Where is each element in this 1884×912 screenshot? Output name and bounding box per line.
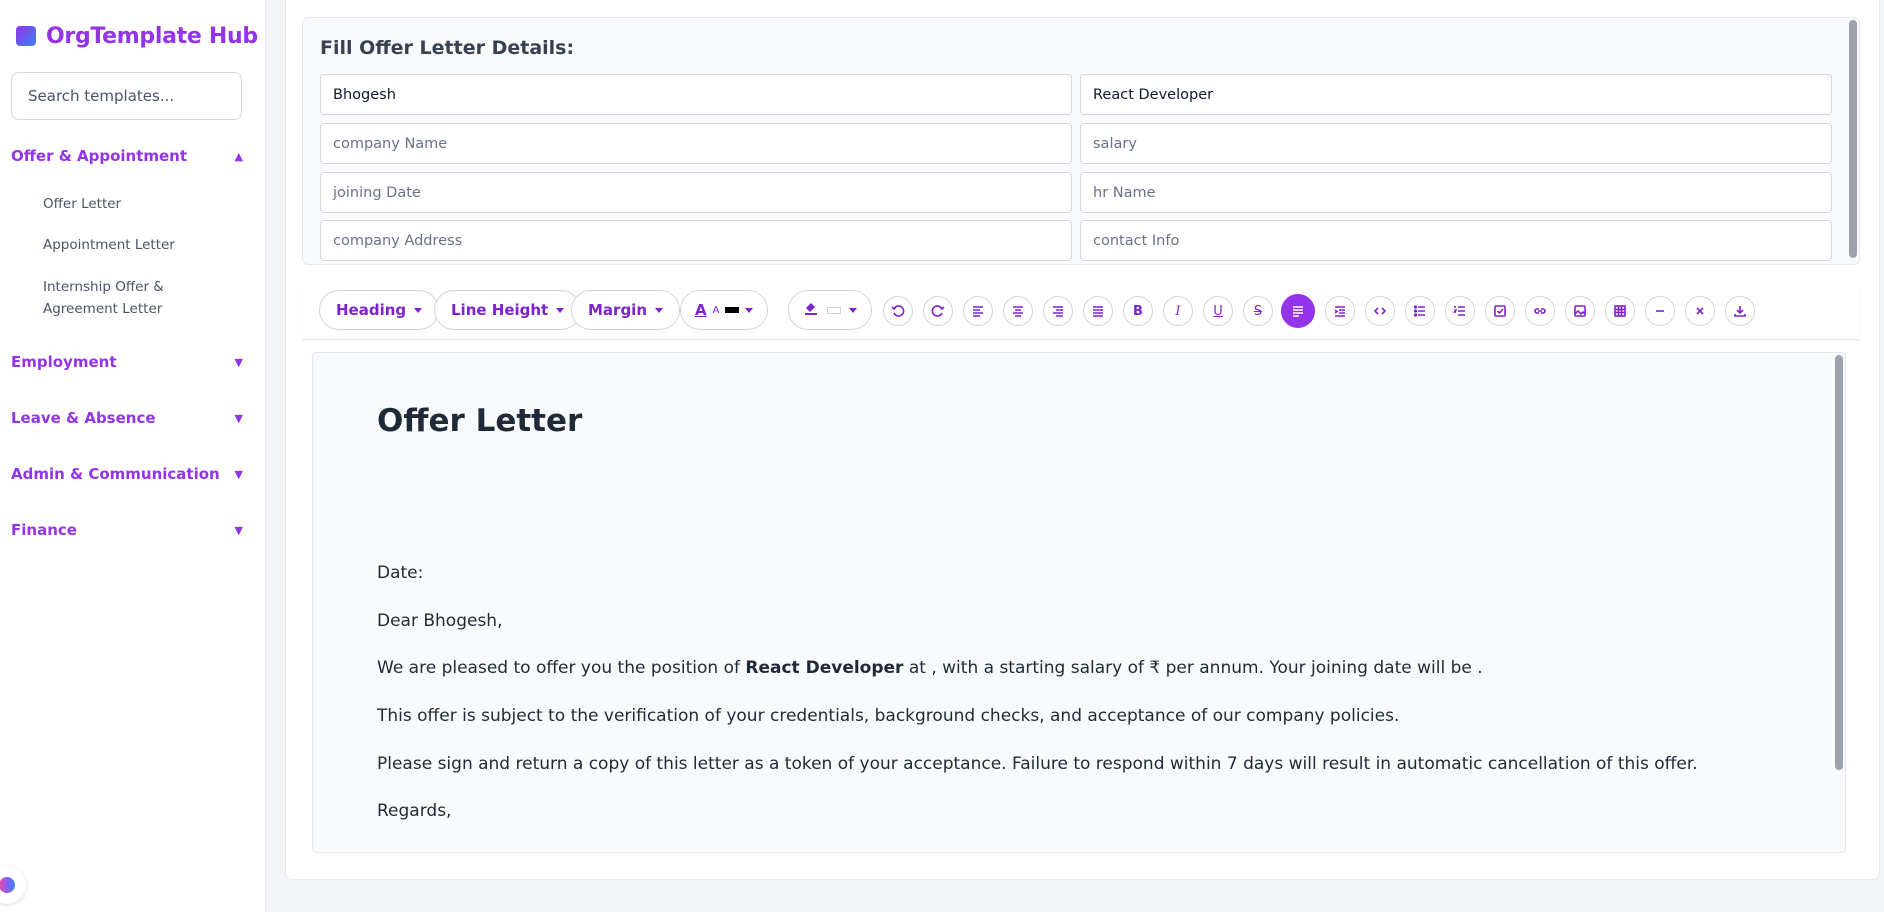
link-icon[interactable] (1525, 296, 1555, 326)
text-color-swatch (725, 307, 740, 313)
candidate-name-field[interactable] (320, 74, 1072, 115)
clear-format-icon[interactable] (1685, 296, 1715, 326)
undo-icon[interactable] (883, 296, 913, 326)
download-icon[interactable] (1725, 296, 1755, 326)
highlight-color-swatch (827, 306, 841, 314)
caret-down-icon: ▼ (234, 523, 243, 537)
category-leave-absence[interactable]: Leave & Absence ▼ (11, 409, 243, 427)
main-panel: Fill Offer Letter Details: Heading Line … (285, 0, 1880, 880)
conditions-paragraph: This offer is subject to the verificatio… (377, 706, 1400, 726)
ai-assistant-brain-icon[interactable] (0, 866, 26, 904)
paragraph-icon[interactable] (1281, 294, 1315, 328)
document-title: Offer Letter (377, 403, 583, 439)
checklist-icon[interactable] (1485, 296, 1515, 326)
redo-icon[interactable] (923, 296, 953, 326)
highlight-color-dropdown[interactable] (788, 290, 872, 330)
align-center-icon[interactable] (1003, 296, 1033, 326)
editor-scrollbar[interactable] (1835, 355, 1843, 770)
fill-bucket-icon (803, 300, 819, 320)
caret-down-icon: ▼ (234, 355, 243, 369)
category-label: Leave & Absence (11, 409, 156, 427)
horizontal-rule-icon[interactable] (1645, 296, 1675, 326)
chevron-down-icon (655, 307, 664, 313)
sidebar: OrgTemplate Hub Offer & Appointment ▲ Of… (0, 0, 266, 912)
category-finance[interactable]: Finance ▼ (11, 521, 243, 539)
sidebar-item-offer-letter[interactable]: Offer Letter (43, 193, 233, 215)
page-background-strip (266, 880, 1884, 912)
table-icon[interactable] (1605, 296, 1635, 326)
image-icon[interactable] (1565, 296, 1595, 326)
heading-dropdown[interactable]: Heading (319, 290, 440, 330)
greeting-line: Dear Bhogesh, (377, 611, 503, 631)
line-height-dropdown-label: Line Height (451, 301, 549, 319)
bold-button[interactable]: B (1123, 296, 1153, 326)
form-scrollbar[interactable] (1849, 20, 1857, 258)
category-label: Admin & Communication (11, 465, 220, 483)
offer-paragraph: We are pleased to offer you the position… (377, 658, 1483, 678)
brand-logo-icon (16, 26, 36, 46)
align-left-icon[interactable] (963, 296, 993, 326)
offer-details-form: Fill Offer Letter Details: (302, 17, 1860, 265)
sidebar-item-internship-offer[interactable]: Internship Offer & Agreement Letter (43, 276, 233, 320)
margin-dropdown-label: Margin (588, 301, 648, 319)
category-offer-appointment[interactable]: Offer & Appointment ▲ (11, 147, 243, 165)
chevron-down-icon (414, 307, 423, 313)
category-label: Offer & Appointment (11, 147, 188, 165)
indent-icon[interactable] (1325, 296, 1355, 326)
position-highlight: React Developer (745, 658, 904, 678)
brand[interactable]: OrgTemplate Hub (0, 0, 265, 56)
caret-down-icon: ▼ (234, 467, 243, 481)
hr-name-field[interactable] (1080, 172, 1832, 213)
document-editor[interactable]: Offer Letter Date: Dear Bhogesh, We are … (312, 352, 1846, 853)
acceptance-paragraph: Please sign and return a copy of this le… (377, 754, 1698, 774)
text-color-icon: A (695, 301, 707, 319)
underline-button[interactable]: U (1203, 296, 1233, 326)
editor-toolbar: Heading Line Height Margin A A B I U S (302, 284, 1860, 340)
bullet-list-icon[interactable] (1405, 296, 1435, 326)
offer-paragraph-rest: at , with a starting salary of ₹ per ann… (903, 658, 1483, 678)
italic-button[interactable]: I (1163, 296, 1193, 326)
closing-line: Regards, (377, 801, 452, 821)
date-line: Date: (377, 563, 424, 583)
company-name-field[interactable] (320, 123, 1072, 164)
offer-paragraph-intro: We are pleased to offer you the position… (377, 658, 746, 678)
form-title: Fill Offer Letter Details: (320, 37, 575, 59)
caret-up-icon: ▲ (234, 149, 243, 163)
numbered-list-icon[interactable] (1445, 296, 1475, 326)
category-employment[interactable]: Employment ▼ (11, 353, 243, 371)
search-input[interactable] (11, 72, 242, 120)
caret-down-icon: ▼ (234, 411, 243, 425)
salary-field[interactable] (1080, 123, 1832, 164)
category-label: Finance (11, 521, 77, 539)
category-admin-communication[interactable]: Admin & Communication ▼ (11, 465, 243, 483)
line-height-dropdown[interactable]: Line Height (434, 290, 582, 330)
margin-dropdown[interactable]: Margin (571, 290, 681, 330)
company-address-field[interactable] (320, 220, 1072, 261)
contact-info-field[interactable] (1080, 220, 1832, 261)
align-justify-icon[interactable] (1083, 296, 1113, 326)
text-color-dropdown[interactable]: A A (680, 290, 769, 330)
brand-name: OrgTemplate Hub (46, 23, 258, 49)
position-field[interactable] (1080, 74, 1832, 115)
text-color-small-icon: A (712, 304, 720, 316)
chevron-down-icon (556, 307, 565, 313)
code-icon[interactable] (1365, 296, 1395, 326)
chevron-down-icon (849, 307, 857, 313)
chevron-down-icon (745, 307, 754, 313)
align-right-icon[interactable] (1043, 296, 1073, 326)
category-label: Employment (11, 353, 117, 371)
strikethrough-button[interactable]: S (1243, 296, 1273, 326)
joining-date-field[interactable] (320, 172, 1072, 213)
sidebar-item-appointment-letter[interactable]: Appointment Letter (43, 234, 233, 256)
heading-dropdown-label: Heading (336, 301, 407, 319)
